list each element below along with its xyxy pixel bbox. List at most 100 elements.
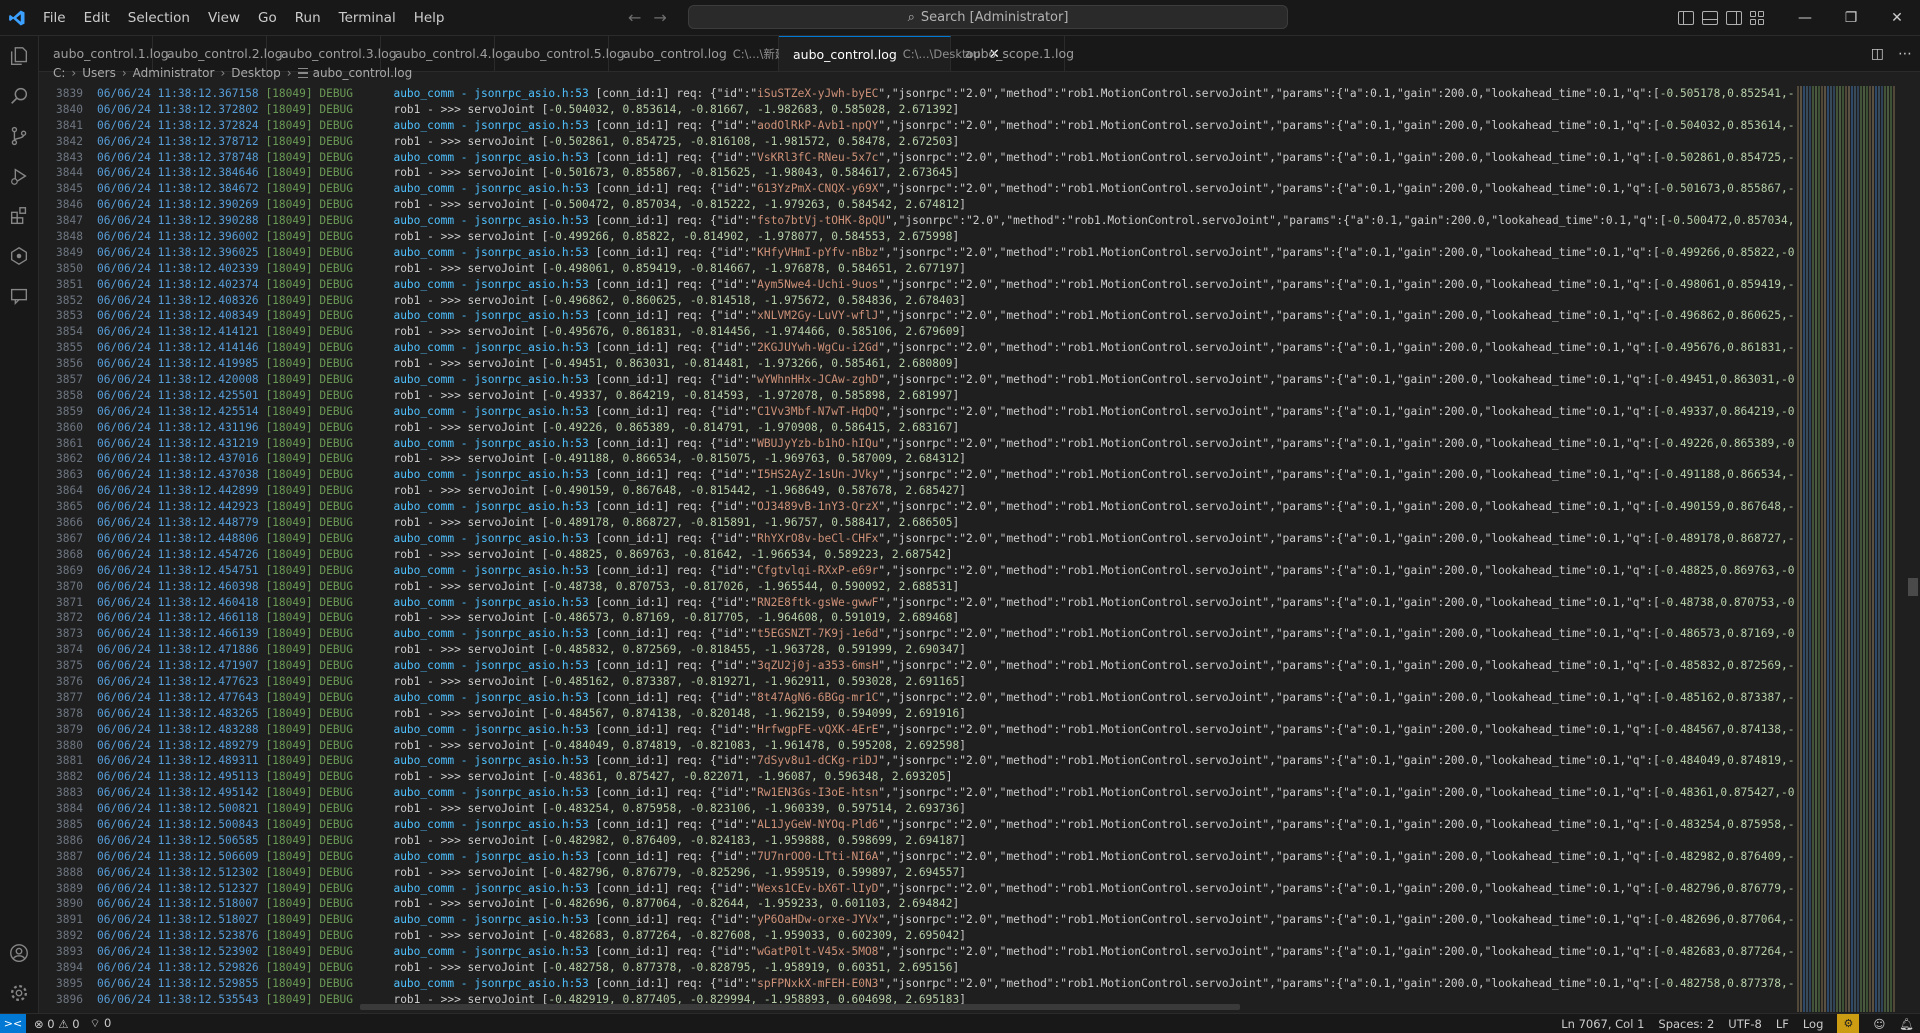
log-line[interactable]: 3853 06/06/24 11:38:12.408349 [18049] DEB…: [39, 308, 1829, 324]
remote-explorer-icon[interactable]: [0, 236, 38, 276]
command-center-search[interactable]: ⌕ Search [Administrator]: [688, 5, 1288, 29]
log-line[interactable]: 3885 06/06/24 11:38:12.500843 [18049] DEB…: [39, 817, 1829, 833]
problems-indicator[interactable]: ⊗ 0 ⚠ 0: [34, 1017, 80, 1031]
log-line[interactable]: 3863 06/06/24 11:38:12.437038 [18049] DEB…: [39, 467, 1829, 483]
log-line[interactable]: 3890 06/06/24 11:38:12.518007 [18049] DEB…: [39, 896, 1829, 912]
log-line[interactable]: 3893 06/06/24 11:38:12.523902 [18049] DEB…: [39, 944, 1829, 960]
log-line[interactable]: 3869 06/06/24 11:38:12.454751 [18049] DEB…: [39, 563, 1829, 579]
log-line[interactable]: 3844 06/06/24 11:38:12.384646 [18049] DEB…: [39, 165, 1829, 181]
log-line[interactable]: 3842 06/06/24 11:38:12.378712 [18049] DEB…: [39, 134, 1829, 150]
indentation[interactable]: Spaces: 2: [1658, 1017, 1714, 1031]
log-line[interactable]: 3888 06/06/24 11:38:12.512302 [18049] DEB…: [39, 865, 1829, 881]
toggle-primary-sidebar-icon[interactable]: [1678, 10, 1694, 25]
breadcrumb-administrator[interactable]: Administrator: [133, 66, 215, 80]
log-line[interactable]: 3849 06/06/24 11:38:12.396025 [18049] DEB…: [39, 245, 1829, 261]
log-line[interactable]: 3864 06/06/24 11:38:12.442899 [18049] DEB…: [39, 483, 1829, 499]
log-line[interactable]: 3881 06/06/24 11:38:12.489311 [18049] DEB…: [39, 753, 1829, 769]
minimap[interactable]: [1795, 86, 1895, 1012]
log-line[interactable]: 3852 06/06/24 11:38:12.408326 [18049] DEB…: [39, 293, 1829, 309]
menu-selection[interactable]: Selection: [119, 5, 199, 31]
breadcrumb-desktop[interactable]: Desktop: [231, 66, 281, 80]
menu-file[interactable]: File: [34, 5, 75, 31]
menu-terminal[interactable]: Terminal: [330, 5, 405, 31]
log-line[interactable]: 3886 06/06/24 11:38:12.506585 [18049] DEB…: [39, 833, 1829, 849]
restore-button[interactable]: ❐: [1828, 0, 1874, 35]
accounts-status-icon[interactable]: ☺: [1873, 1017, 1885, 1031]
log-line[interactable]: 3873 06/06/24 11:38:12.466139 [18049] DEB…: [39, 626, 1829, 642]
log-line[interactable]: 3839 06/06/24 11:38:12.367158 [18049] DEB…: [39, 86, 1829, 102]
extensions-icon[interactable]: [0, 196, 38, 236]
log-line[interactable]: 3878 06/06/24 11:38:12.483265 [18049] DEB…: [39, 706, 1829, 722]
log-line[interactable]: 3882 06/06/24 11:38:12.495113 [18049] DEB…: [39, 769, 1829, 785]
menu-view[interactable]: View: [199, 5, 249, 31]
encoding[interactable]: UTF-8: [1728, 1017, 1762, 1031]
notifications-bell-icon[interactable]: 🔔︎: [1899, 1017, 1914, 1031]
log-line[interactable]: 3875 06/06/24 11:38:12.471907 [18049] DEB…: [39, 658, 1829, 674]
log-line[interactable]: 3847 06/06/24 11:38:12.390288 [18049] DEB…: [39, 213, 1829, 229]
log-line[interactable]: 3871 06/06/24 11:38:12.460418 [18049] DEB…: [39, 595, 1829, 611]
back-arrow-icon[interactable]: ←: [628, 8, 641, 27]
copilot-warning-icon[interactable]: ⚙: [1837, 1014, 1860, 1033]
menu-edit[interactable]: Edit: [75, 5, 119, 31]
log-line[interactable]: 3867 06/06/24 11:38:12.448806 [18049] DEB…: [39, 531, 1829, 547]
log-line[interactable]: 3868 06/06/24 11:38:12.454726 [18049] DEB…: [39, 547, 1829, 563]
log-line[interactable]: 3855 06/06/24 11:38:12.414146 [18049] DEB…: [39, 340, 1829, 356]
log-line[interactable]: 3856 06/06/24 11:38:12.419985 [18049] DEB…: [39, 356, 1829, 372]
log-line[interactable]: 3843 06/06/24 11:38:12.378748 [18049] DEB…: [39, 150, 1829, 166]
log-line[interactable]: 3859 06/06/24 11:38:12.425514 [18049] DEB…: [39, 404, 1829, 420]
split-editor-icon[interactable]: ◫: [1871, 46, 1884, 62]
log-line[interactable]: 3848 06/06/24 11:38:12.396002 [18049] DEB…: [39, 229, 1829, 245]
remote-indicator-icon[interactable]: ><: [0, 1014, 26, 1033]
run-and-debug-icon[interactable]: [0, 156, 38, 196]
manage-gear-icon[interactable]: [0, 973, 38, 1013]
tab-aubo-scope-1-log[interactable]: aubo_scope.1.log: [951, 36, 1074, 71]
log-line[interactable]: 3887 06/06/24 11:38:12.506609 [18049] DEB…: [39, 849, 1829, 865]
log-line[interactable]: 3872 06/06/24 11:38:12.466118 [18049] DEB…: [39, 610, 1829, 626]
log-line[interactable]: 3865 06/06/24 11:38:12.442923 [18049] DEB…: [39, 499, 1829, 515]
search-view-icon[interactable]: [0, 76, 38, 116]
minimize-button[interactable]: —: [1782, 0, 1828, 35]
tab-aubo-control-log-new-folder[interactable]: aubo_control.log C:\...\新建文件夹: [609, 36, 821, 71]
end-of-line[interactable]: LF: [1776, 1017, 1789, 1031]
ports-indicator[interactable]: ⌔ 0: [90, 1016, 112, 1031]
log-line[interactable]: 3879 06/06/24 11:38:12.483288 [18049] DEB…: [39, 722, 1829, 738]
log-line[interactable]: 3894 06/06/24 11:38:12.529826 [18049] DEB…: [39, 960, 1829, 976]
log-line[interactable]: 3860 06/06/24 11:38:12.431196 [18049] DEB…: [39, 420, 1829, 436]
vertical-scrollbar-thumb[interactable]: [1908, 578, 1918, 596]
accounts-icon[interactable]: [0, 933, 38, 973]
more-actions-icon[interactable]: ⋯: [1898, 46, 1912, 62]
log-line[interactable]: 3884 06/06/24 11:38:12.500821 [18049] DEB…: [39, 801, 1829, 817]
breadcrumb-users[interactable]: Users: [82, 66, 116, 80]
log-line[interactable]: 3840 06/06/24 11:38:12.372802 [18049] DEB…: [39, 102, 1829, 118]
log-line[interactable]: 3874 06/06/24 11:38:12.471886 [18049] DEB…: [39, 642, 1829, 658]
log-line[interactable]: 3895 06/06/24 11:38:12.529855 [18049] DEB…: [39, 976, 1829, 992]
log-line[interactable]: 3861 06/06/24 11:38:12.431219 [18049] DEB…: [39, 436, 1829, 452]
log-line[interactable]: 3876 06/06/24 11:38:12.477623 [18049] DEB…: [39, 674, 1829, 690]
menu-run[interactable]: Run: [286, 5, 330, 31]
log-line[interactable]: 3880 06/06/24 11:38:12.489279 [18049] DEB…: [39, 738, 1829, 754]
tab-aubo-control-log-desktop[interactable]: aubo_control.log C:\...\Desktop ✕: [779, 36, 1000, 71]
log-line[interactable]: 3841 06/06/24 11:38:12.372824 [18049] DEB…: [39, 118, 1829, 134]
log-line[interactable]: 3851 06/06/24 11:38:12.402374 [18049] DEB…: [39, 277, 1829, 293]
source-control-icon[interactable]: [0, 116, 38, 156]
log-line[interactable]: 3866 06/06/24 11:38:12.448779 [18049] DEB…: [39, 515, 1829, 531]
log-line[interactable]: 3891 06/06/24 11:38:12.518027 [18049] DEB…: [39, 912, 1829, 928]
cursor-position[interactable]: Ln 7067, Col 1: [1561, 1017, 1644, 1031]
toggle-secondary-sidebar-icon[interactable]: [1726, 10, 1742, 25]
log-line[interactable]: 3858 06/06/24 11:38:12.425501 [18049] DEB…: [39, 388, 1829, 404]
log-line[interactable]: 3845 06/06/24 11:38:12.384672 [18049] DEB…: [39, 181, 1829, 197]
breadcrumb-file[interactable]: aubo_control.log: [313, 66, 413, 80]
log-line[interactable]: 3862 06/06/24 11:38:12.437016 [18049] DEB…: [39, 451, 1829, 467]
log-line[interactable]: 3846 06/06/24 11:38:12.390269 [18049] DEB…: [39, 197, 1829, 213]
toggle-panel-icon[interactable]: [1702, 10, 1718, 25]
language-mode[interactable]: Log: [1803, 1017, 1824, 1031]
horizontal-scrollbar-thumb[interactable]: [360, 1004, 1240, 1010]
explorer-icon[interactable]: [0, 36, 38, 76]
tab-aubo-control-5-log[interactable]: aubo_control.5.log: [495, 36, 625, 71]
log-line[interactable]: 3877 06/06/24 11:38:12.477643 [18049] DEB…: [39, 690, 1829, 706]
editor-text-area[interactable]: 3839 06/06/24 11:38:12.367158 [18049] DEB…: [39, 86, 1829, 1012]
log-line[interactable]: 3857 06/06/24 11:38:12.420008 [18049] DEB…: [39, 372, 1829, 388]
log-line[interactable]: 3850 06/06/24 11:38:12.402339 [18049] DEB…: [39, 261, 1829, 277]
forward-arrow-icon[interactable]: →: [653, 8, 666, 27]
log-line[interactable]: 3889 06/06/24 11:38:12.512327 [18049] DEB…: [39, 881, 1829, 897]
